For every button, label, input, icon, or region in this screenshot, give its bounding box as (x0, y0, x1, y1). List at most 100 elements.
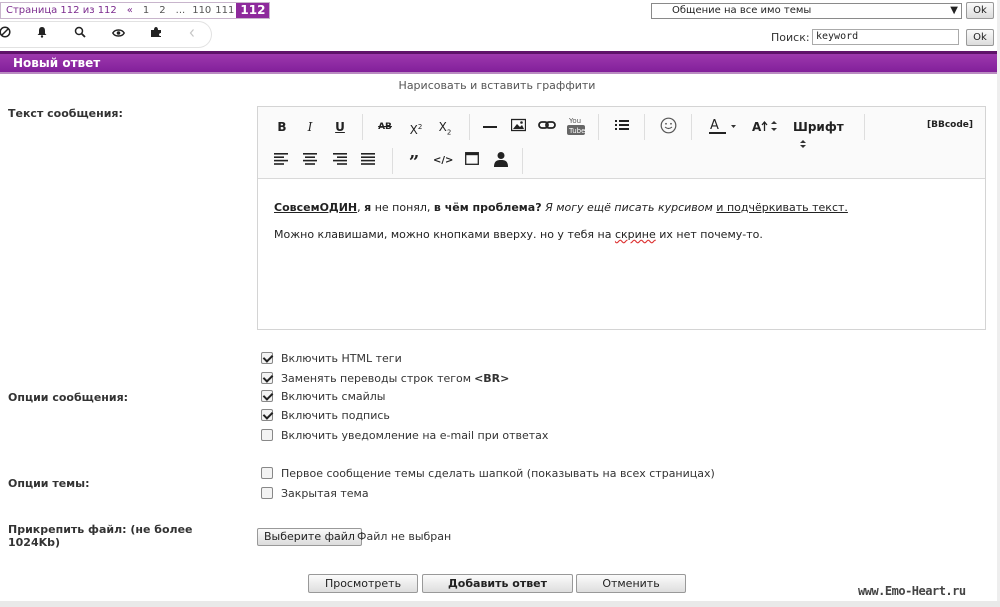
option-label: Включить смайлы (281, 389, 386, 403)
option-html-tags[interactable]: Включить HTML теги (261, 351, 402, 365)
toolbar-separator (598, 114, 599, 140)
message-paragraph[interactable]: Можно клавишами, можно кнопками вверху. … (274, 228, 763, 241)
page-footer-strip (0, 601, 1000, 607)
toolbar-separator (522, 148, 523, 174)
pagination: Страница 112 из 112 « 1 2 ... 110 111 11… (0, 2, 271, 19)
chevron-left-icon[interactable] (183, 26, 201, 44)
preview-button[interactable]: Просмотреть (308, 574, 418, 593)
checkbox[interactable] (261, 409, 273, 421)
option-label: Первое сообщение темы сделать шапкой (по… (281, 466, 715, 480)
align-justify-icon[interactable] (360, 152, 376, 170)
option-email-notify[interactable]: Включить уведомление на e-mail при ответ… (261, 428, 548, 442)
align-left-icon[interactable] (273, 152, 289, 170)
code-icon[interactable]: </> (433, 152, 453, 170)
option-br-tags[interactable]: Заменять переводы строк тегом <BR> (261, 371, 509, 385)
message-italic: Я могу ещё писать курсивом (545, 201, 713, 214)
choose-file-button[interactable]: Выберите файл (257, 528, 362, 546)
svg-text:A: A (710, 118, 719, 133)
page-link[interactable]: 110 (190, 3, 213, 18)
checkbox[interactable] (261, 352, 273, 364)
topic-jump-value: Общение на все имо темы (672, 5, 812, 16)
bbcode-toggle[interactable]: [BBcode] (927, 120, 973, 130)
message-text: их нет почему-то. (655, 228, 763, 241)
submit-reply-button[interactable]: Добавить ответ (422, 574, 573, 593)
search-label: Поиск: (771, 31, 810, 44)
attach-file-label-line: 1024Kb) (8, 536, 61, 549)
search-ok-button[interactable]: Ok (966, 29, 994, 46)
puzzle-icon[interactable] (147, 26, 165, 44)
font-family-label: Шрифт (793, 120, 844, 134)
pagination-info: Страница 112 из 112 (6, 5, 117, 16)
font-size-icon[interactable]: A (751, 116, 781, 134)
superscript-button[interactable]: X2 (407, 118, 425, 137)
smiley-icon[interactable] (659, 117, 677, 135)
list-icon[interactable] (613, 118, 631, 136)
search-input[interactable]: keyword (812, 29, 959, 45)
search-icon[interactable] (71, 26, 89, 44)
toolbar-separator (864, 114, 865, 140)
quote-icon[interactable]: ” (406, 152, 422, 173)
user-icon[interactable] (493, 151, 509, 169)
page-link[interactable]: 2 (154, 3, 170, 18)
quick-icon-bar (0, 21, 212, 48)
attach-file-label: Прикрепить файл: (не более 1024Kb) (8, 523, 193, 549)
bell-icon[interactable] (33, 26, 51, 44)
subscript-button[interactable]: X2 (436, 118, 454, 136)
message-editor: B I U AB X2 X2 You Tube A A Шрифт [BBcod… (257, 106, 986, 330)
svg-text:A: A (752, 120, 762, 134)
page-title: Новый ответ (13, 56, 101, 70)
option-pin-first-post[interactable]: Первое сообщение темы сделать шапкой (по… (261, 466, 715, 480)
cancel-button[interactable]: Отменить (576, 574, 686, 593)
toolbar-separator (469, 114, 470, 140)
checkbox[interactable] (261, 487, 273, 499)
option-label-tag: <BR> (474, 371, 510, 385)
option-closed-topic[interactable]: Закрытая тема (261, 486, 369, 500)
message-options-label: Опции сообщения: (8, 391, 129, 404)
strikethrough-button[interactable]: AB (375, 118, 395, 136)
graffiti-link[interactable]: Нарисовать и вставить граффити (0, 79, 994, 92)
message-bold: в чём проблема? (433, 201, 542, 214)
topic-jump-select[interactable]: Общение на все имо темы ▼ (651, 3, 962, 19)
toolbar-separator (362, 114, 363, 140)
option-signature[interactable]: Включить подпись (261, 408, 390, 422)
checkbox[interactable] (261, 390, 273, 402)
watermark: www.Emo-Heart.ru (858, 584, 966, 598)
option-smilies[interactable]: Включить смайлы (261, 389, 385, 403)
attach-file-label-line: Прикрепить файл: (не более (8, 523, 193, 536)
message-text-label: Текст сообщения: (8, 107, 123, 120)
image-icon[interactable] (509, 118, 527, 136)
font-family-dropdown[interactable]: Шрифт (793, 118, 853, 148)
svg-text:You: You (568, 117, 581, 125)
message-misspelled-word: скрине (614, 228, 656, 241)
checkbox[interactable] (261, 372, 273, 384)
topic-jump-ok-button[interactable]: Ok (966, 2, 994, 19)
toolbar-separator (691, 114, 692, 140)
bold-button[interactable]: B (274, 118, 290, 136)
spoiler-icon[interactable] (464, 152, 480, 170)
font-color-icon[interactable]: A (706, 116, 740, 134)
pagination-prev[interactable]: « (122, 3, 138, 18)
checkbox[interactable] (261, 467, 273, 479)
section-header: Новый ответ (0, 54, 997, 72)
toolbar-separator (392, 148, 393, 174)
page-link[interactable]: 1 (138, 3, 154, 18)
pagination-ellipsis: ... (175, 5, 186, 16)
underline-button[interactable]: U (332, 118, 348, 136)
horizontal-rule-icon[interactable] (481, 118, 499, 136)
align-center-icon[interactable] (302, 152, 318, 170)
youtube-icon[interactable]: You Tube (566, 115, 586, 135)
link-icon[interactable] (538, 118, 556, 136)
message-paragraph[interactable]: СовсемОДИН, я не понял, в чём проблема? … (274, 201, 848, 214)
toolbar-separator (644, 114, 645, 140)
eye-icon[interactable] (109, 26, 127, 44)
chevron-down-icon: ▼ (950, 5, 958, 16)
no-icon[interactable] (0, 26, 14, 44)
align-right-icon[interactable] (332, 152, 348, 170)
message-mention: СовсемОДИН (274, 201, 358, 214)
current-page: 112 (236, 3, 270, 18)
file-status: Файл не выбран (357, 530, 452, 543)
italic-button[interactable]: I (302, 118, 318, 136)
page-link[interactable]: 111 (213, 3, 236, 18)
message-text: не понял, (371, 201, 434, 214)
checkbox[interactable] (261, 429, 273, 441)
